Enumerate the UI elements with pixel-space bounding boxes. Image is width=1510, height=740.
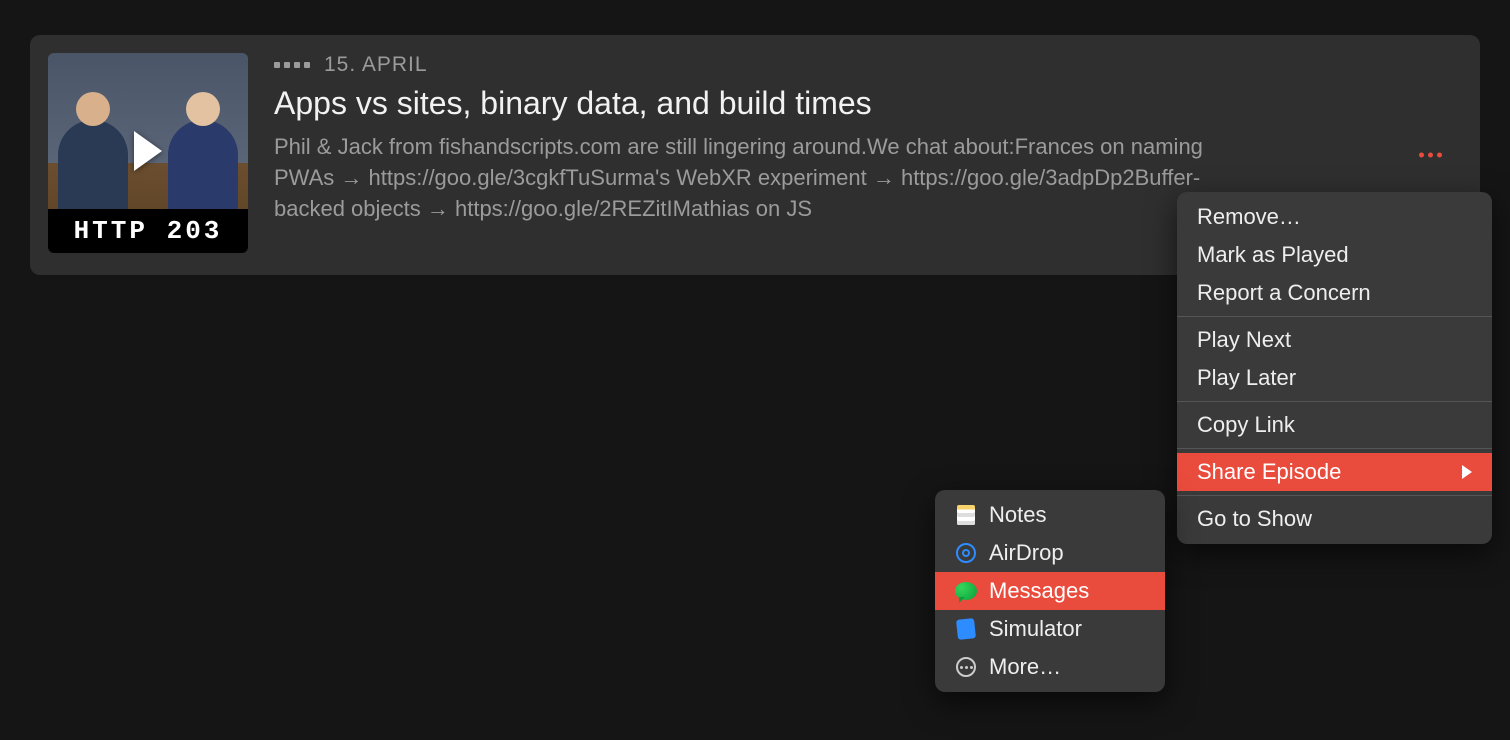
more-options-button[interactable] xyxy=(1411,145,1450,166)
context-menu[interactable]: Remove… Mark as Played Report a Concern Pla… xyxy=(1177,192,1492,544)
episode-artwork[interactable]: HTTP 203 xyxy=(48,53,248,253)
menu-divider xyxy=(1177,316,1492,317)
episode-date: 15. APRIL xyxy=(324,53,428,77)
menu-item-label: Play Later xyxy=(1197,365,1296,391)
artwork-label: HTTP 203 xyxy=(48,209,248,253)
notes-icon xyxy=(955,504,977,526)
menu-item-label: Go to Show xyxy=(1197,506,1312,532)
share-item-label: Messages xyxy=(989,578,1089,604)
episode-date-row: 15. APRIL xyxy=(274,53,1462,77)
share-item-airdrop[interactable]: AirDrop xyxy=(935,534,1165,572)
share-item-label: Simulator xyxy=(989,616,1082,642)
artwork-person xyxy=(58,120,128,215)
menu-divider xyxy=(1177,495,1492,496)
menu-item-label: Report a Concern xyxy=(1197,280,1371,306)
menu-item-label: Remove… xyxy=(1197,204,1301,230)
episode-description: Phil & Jack from fishandscripts.com are … xyxy=(274,132,1224,224)
menu-item-copy-link[interactable]: Copy Link xyxy=(1177,406,1492,444)
messages-icon xyxy=(955,580,977,602)
share-submenu[interactable]: Notes AirDrop Messages Simulator More… xyxy=(935,490,1165,692)
episode-title[interactable]: Apps vs sites, binary data, and build ti… xyxy=(274,85,1462,122)
menu-item-label: Mark as Played xyxy=(1197,242,1349,268)
menu-item-play-later[interactable]: Play Later xyxy=(1177,359,1492,397)
menu-divider xyxy=(1177,448,1492,449)
share-item-more[interactable]: More… xyxy=(935,648,1165,686)
share-item-label: Notes xyxy=(989,502,1046,528)
share-item-notes[interactable]: Notes xyxy=(935,496,1165,534)
menu-item-label: Copy Link xyxy=(1197,412,1295,438)
more-icon xyxy=(955,656,977,678)
dot-icon xyxy=(1428,153,1433,158)
menu-item-play-next[interactable]: Play Next xyxy=(1177,321,1492,359)
menu-divider xyxy=(1177,401,1492,402)
share-item-simulator[interactable]: Simulator xyxy=(935,610,1165,648)
submenu-arrow-icon xyxy=(1462,465,1472,479)
play-icon[interactable] xyxy=(134,131,162,171)
share-item-messages[interactable]: Messages xyxy=(935,572,1165,610)
airdrop-icon xyxy=(955,542,977,564)
dot-icon xyxy=(1419,153,1424,158)
menu-item-report-a-concern[interactable]: Report a Concern xyxy=(1177,274,1492,312)
artwork-person xyxy=(168,120,238,215)
share-item-label: More… xyxy=(989,654,1061,680)
menu-item-share-episode[interactable]: Share Episode xyxy=(1177,453,1492,491)
menu-item-remove[interactable]: Remove… xyxy=(1177,198,1492,236)
share-item-label: AirDrop xyxy=(989,540,1064,566)
simulator-icon xyxy=(955,618,977,640)
menu-item-label: Play Next xyxy=(1197,327,1291,353)
menu-item-go-to-show[interactable]: Go to Show xyxy=(1177,500,1492,538)
progress-dots-icon xyxy=(274,62,310,68)
menu-item-mark-as-played[interactable]: Mark as Played xyxy=(1177,236,1492,274)
menu-item-label: Share Episode xyxy=(1197,459,1341,485)
dot-icon xyxy=(1437,153,1442,158)
